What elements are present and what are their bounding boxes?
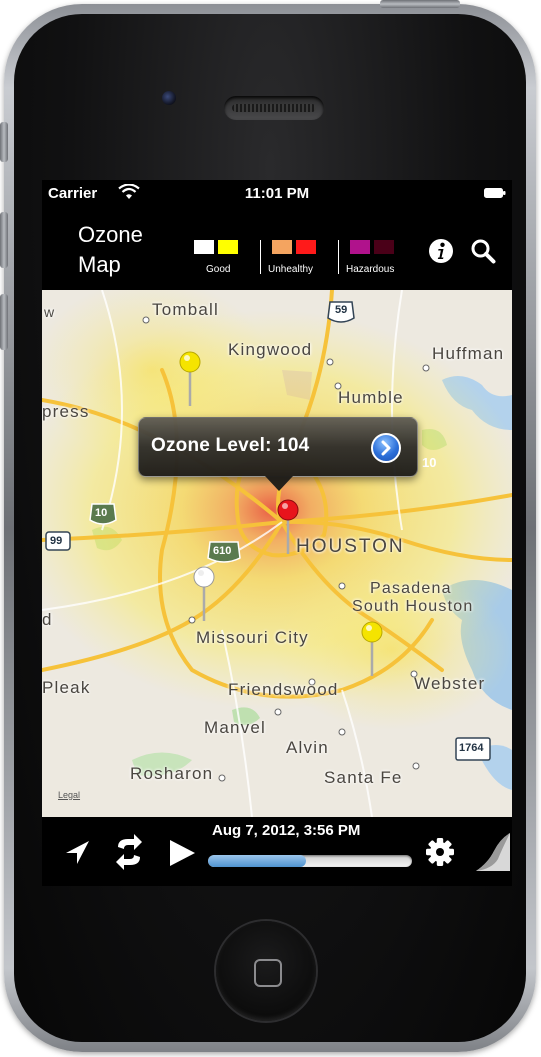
i610-shield-label: 610 [213,545,232,557]
volume-down-button [0,294,8,350]
i59-shield-label: 59 [335,304,348,316]
map-label-humble: Humble [338,388,404,407]
volume-up-button [0,212,8,268]
ozone-level-text: Ozone Level: 104 [151,435,310,456]
map-label-tomball: Tomball [152,300,219,319]
screen: Carrier 11:01 PM Ozone Map Good Unhealth… [42,180,512,886]
app-title: Ozone Map [78,220,168,280]
gear-icon[interactable] [425,837,455,867]
legend-label-unhealthy: Unhealthy [268,264,314,275]
legend-swatch-white [194,240,214,254]
timestamp-label: Aug 7, 2012, 3:56 PM [212,822,361,839]
play-icon[interactable] [168,839,196,867]
earpiece-speaker [224,96,324,120]
legend-swatch-red [296,240,316,254]
map-label-missouri-city: Missouri City [196,628,309,647]
page-curl-icon[interactable] [472,831,512,875]
legend-divider [338,240,339,274]
map-label-pleak: Pleak [42,678,91,697]
yellow-pin[interactable] [360,620,384,680]
map-label-west-edge: w [44,304,56,320]
map-label-cypress: press [42,402,90,421]
info-icon[interactable] [428,238,454,264]
app-title-line1: Ozone [78,222,143,247]
refresh-icon[interactable] [114,833,144,871]
yellow-pin[interactable] [178,350,202,410]
time-slider-fill [208,855,306,867]
map-label-santa-fe: Santa Fe [324,768,403,787]
home-button[interactable] [216,921,316,1021]
time-slider[interactable] [208,855,412,867]
ozone-callout[interactable]: Ozone Level: 104 [138,417,418,491]
map-label-friendswood: Friendswood [228,680,339,699]
map-label-rosharon: Rosharon [130,764,214,783]
map-label-south-houston: South Houston [352,598,474,615]
map-label-webster: Webster [414,674,486,693]
location-arrow-icon[interactable] [62,837,92,867]
white-pin[interactable] [192,565,216,625]
map-label-houston: HOUSTON [296,536,405,557]
legend-swatch-orange [272,240,292,254]
map-label-kingwood: Kingwood [228,340,313,359]
map-label-d-edge: d [42,610,53,629]
ozone-map[interactable]: 59 10 610 99 1764 10 Tomball w Kingwood … [42,290,512,817]
r99-shield-label: 99 [50,535,63,547]
map-label-pasadena: Pasadena [370,580,452,597]
legend-swatch-maroon [374,240,394,254]
legend-swatch-yellow [218,240,238,254]
sleep-button [380,0,460,8]
front-camera [162,91,176,105]
legend-swatch-magenta [350,240,370,254]
map-label-alvin: Alvin [286,738,329,757]
legend-label-good: Good [206,264,231,275]
mute-switch [0,122,8,162]
i10-shield-label: 10 [95,507,108,519]
bottom-toolbar: Aug 7, 2012, 3:56 PM [42,817,512,886]
home-square-icon [254,959,282,987]
search-icon[interactable] [470,238,496,264]
map-label-huffman: Huffman [432,344,505,363]
legend-divider [260,240,261,274]
app-header: Ozone Map Good Unhealthy Hazardous [42,206,512,290]
r1764-shield-label: 1764 [459,742,484,754]
legal-link[interactable]: Legal [58,790,80,800]
red-pin[interactable] [276,498,300,558]
i10-east-shield-label: 10 [422,455,437,470]
status-time: 11:01 PM [244,185,310,202]
legend-label-hazardous: Hazardous [346,264,395,275]
map-label-manvel: Manvel [204,718,267,737]
app-title-line2: Map [78,252,121,277]
status-bar: Carrier 11:01 PM [42,180,512,206]
battery-icon [484,188,506,198]
disclosure-arrow-icon[interactable] [371,433,401,463]
